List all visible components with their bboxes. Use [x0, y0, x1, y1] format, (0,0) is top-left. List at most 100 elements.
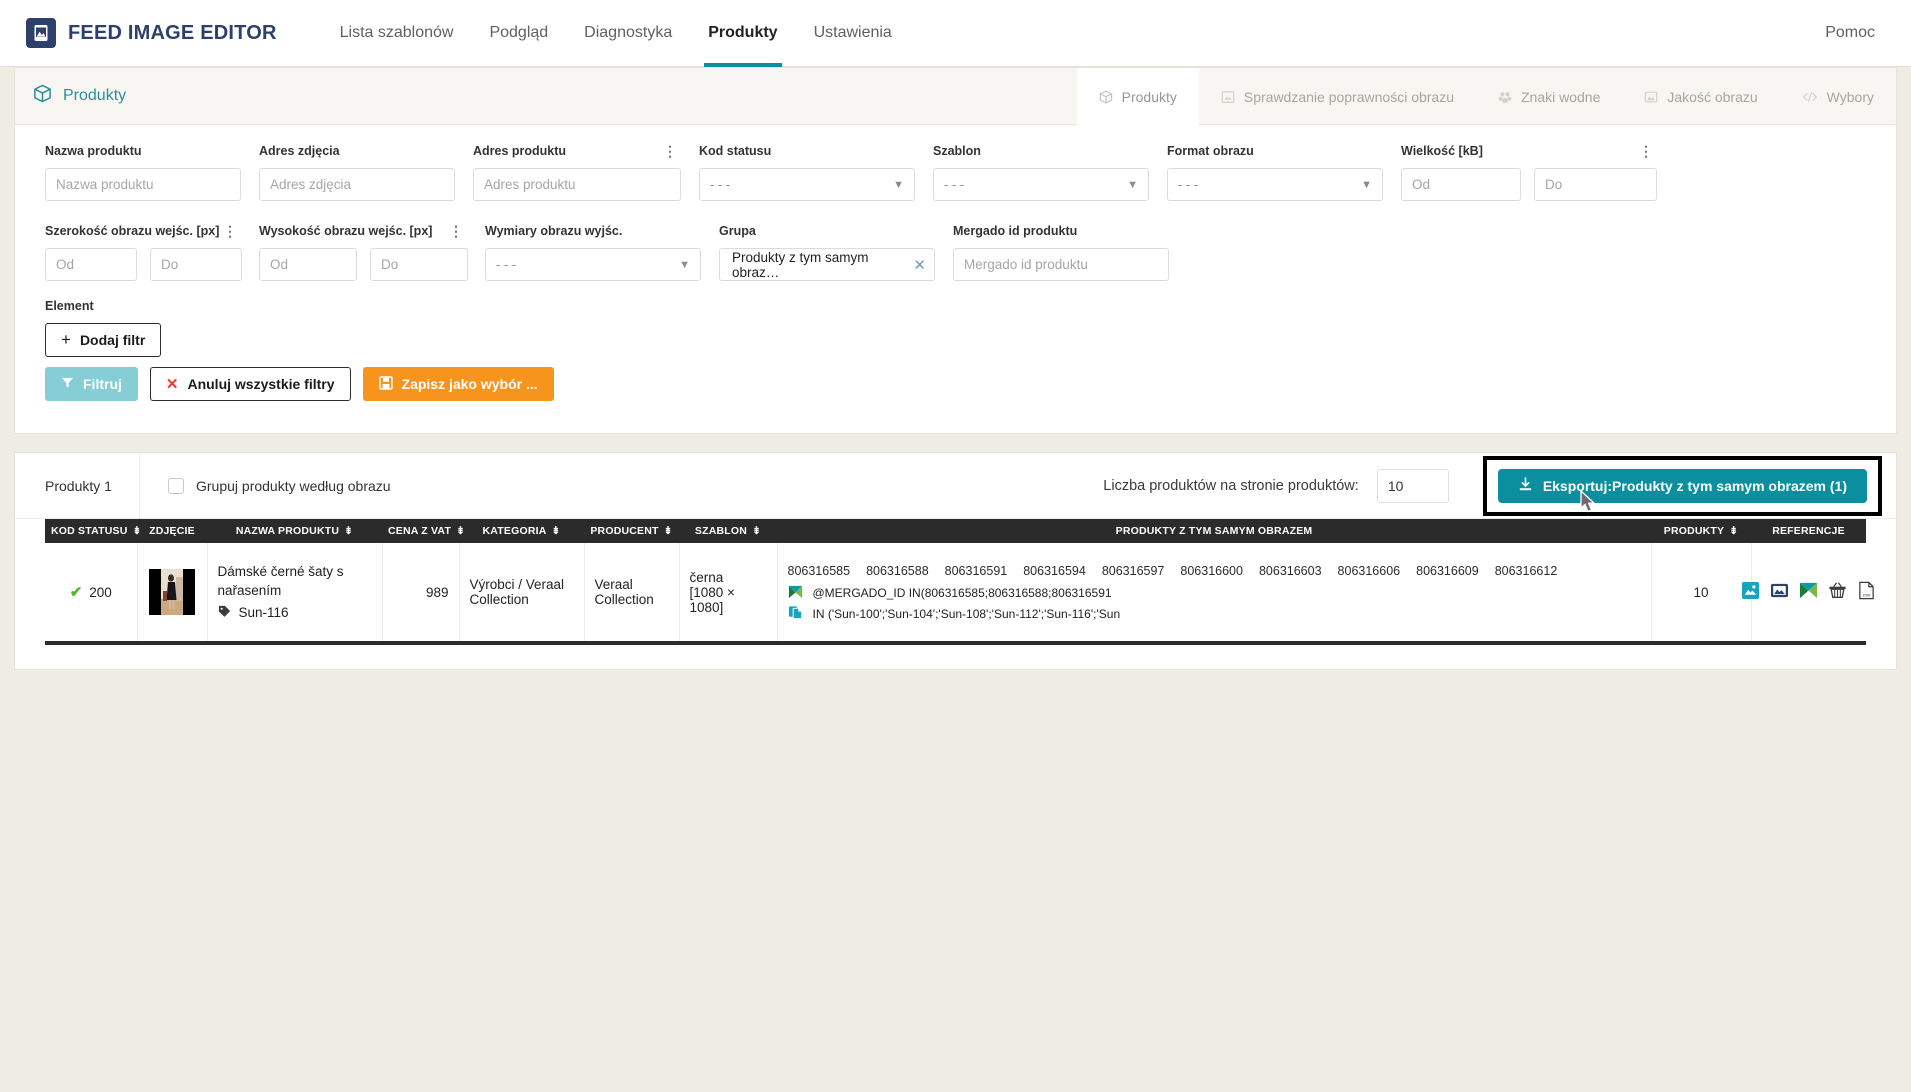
select-wymiary-obrazu-wyjsc[interactable]: - - - ▼: [485, 248, 701, 281]
input-wielkosc-do[interactable]: [1534, 168, 1657, 201]
product-thumbnail[interactable]: [149, 569, 195, 615]
field-mergado-id-produktu: Mergado id produktu: [953, 223, 1169, 281]
element-label: Element: [45, 299, 94, 313]
sort-icon[interactable]: ⇟: [552, 525, 561, 537]
tab-znaki-wodne-label: Znaki wodne: [1521, 88, 1601, 105]
tab-jakosc-obrazu[interactable]: Jakość obrazu: [1622, 68, 1779, 125]
add-filter-label: Dodaj filtr: [79, 332, 146, 348]
input-wysokosc-do[interactable]: [370, 248, 468, 281]
same-image-id[interactable]: 806316600: [1180, 561, 1243, 581]
chevron-down-icon: ▼: [679, 258, 690, 271]
filter-button[interactable]: Filtruj: [45, 367, 138, 401]
sort-icon[interactable]: ⇟: [344, 525, 353, 537]
input-mergado-id-produktu[interactable]: [953, 248, 1169, 281]
kebab-menu-wysokosc-obrazu[interactable]: ⋮: [449, 224, 467, 238]
sort-icon[interactable]: ⇟: [1729, 525, 1738, 537]
select-szablon[interactable]: - - - ▼: [933, 168, 1149, 201]
tab-produkty-label: Produkty: [1121, 88, 1177, 105]
basket-icon[interactable]: [1828, 581, 1847, 603]
cell-template: černa [1080 × 1080]: [679, 543, 778, 645]
same-image-id[interactable]: 806316609: [1416, 561, 1479, 581]
label-adres-zdjecia: Adres zdjęcia: [259, 144, 340, 158]
save-as-selection-button[interactable]: Zapisz jako wybór ...: [362, 367, 554, 401]
kebab-menu-wielkosc-kb[interactable]: ⋮: [1639, 144, 1657, 158]
label-wielkosc-kb: Wielkość [kB] ⋮: [1401, 143, 1657, 159]
tab-wybory[interactable]: Wybory: [1780, 68, 1896, 125]
image-frame-icon[interactable]: [1770, 581, 1789, 603]
kebab-menu-adres-produktu[interactable]: ⋮: [663, 144, 681, 158]
tag-icon: [218, 605, 231, 621]
field-nazwa-produktu: Nazwa produktu: [45, 143, 241, 201]
mergado-icon[interactable]: [1799, 581, 1818, 603]
rule-mergado-id: @MERGADO_ID IN(806316585;806316588;80631…: [788, 584, 1641, 602]
col-kod-statusu[interactable]: KOD STATUSU ⇟: [45, 519, 141, 543]
col-szablon[interactable]: SZABLON ⇟: [679, 519, 777, 543]
tab-wybory-label: Wybory: [1826, 88, 1874, 105]
help-link[interactable]: Pomoc: [1825, 24, 1875, 42]
same-image-id[interactable]: 806316588: [866, 561, 929, 581]
same-image-id[interactable]: 806316597: [1102, 561, 1165, 581]
same-image-id[interactable]: 806316603: [1259, 561, 1322, 581]
nav-tab-lista-szablonow[interactable]: Lista szablonów: [322, 0, 472, 67]
results-count: Produkty 1: [15, 453, 140, 518]
table-header-row: KOD STATUSU ⇟ ZDJĘCIE NAZWA PRODUKTU ⇟ CEN…: [45, 519, 1866, 543]
nav-tab-produkty[interactable]: Produkty: [690, 0, 795, 67]
kebab-menu-szerokosc-obrazu[interactable]: ⋮: [223, 224, 241, 238]
input-wysokosc-od[interactable]: [259, 248, 357, 281]
per-page-input[interactable]: [1376, 468, 1449, 503]
same-image-id[interactable]: 806316591: [945, 561, 1008, 581]
same-image-id[interactable]: 806316606: [1338, 561, 1401, 581]
same-image-id[interactable]: 806316612: [1495, 561, 1558, 581]
select-kod-statusu[interactable]: - - - ▼: [699, 168, 915, 201]
tag-grupa[interactable]: Produkty z tym samym obraz… ✕: [719, 248, 935, 281]
col-nazwa-produktu[interactable]: NAZWA PRODUKTU ⇟: [207, 519, 382, 543]
tab-sprawdzanie-label: Sprawdzanie poprawności obrazu: [1243, 88, 1454, 105]
col-producent[interactable]: PRODUCENT ⇟: [584, 519, 679, 543]
input-wielkosc-od[interactable]: [1401, 168, 1521, 201]
chevron-down-icon: ▼: [1127, 178, 1138, 191]
tab-produkty[interactable]: Produkty: [1076, 68, 1199, 125]
chevron-down-icon: ▼: [1361, 178, 1372, 191]
input-nazwa-produktu[interactable]: [45, 168, 241, 201]
nav-tab-ustawienia[interactable]: Ustawienia: [796, 0, 910, 67]
input-szerokosc-od[interactable]: [45, 248, 137, 281]
plus-icon: +: [61, 330, 71, 349]
add-filter-button[interactable]: + Dodaj filtr: [45, 323, 162, 357]
sort-icon[interactable]: ⇟: [664, 525, 673, 537]
col-kategoria[interactable]: KATEGORIA ⇟: [459, 519, 584, 543]
input-szerokosc-do[interactable]: [150, 248, 242, 281]
tab-znaki-wodne[interactable]: Znaki wodne: [1476, 68, 1622, 125]
nav-tab-diagnostyka[interactable]: Diagnostyka: [566, 0, 690, 67]
filter-actions: Filtruj ✕ Anuluj wszystkie filtry Zapisz…: [15, 357, 1896, 433]
export-button[interactable]: Eksportuj:Produkty z tym samym obrazem (…: [1497, 468, 1867, 512]
field-format-obrazu: Format obrazu - - - ▼: [1167, 143, 1383, 201]
group-by-image-toggle[interactable]: Grupuj produkty według obrazu: [140, 477, 391, 494]
select-format-obrazu[interactable]: - - - ▼: [1167, 168, 1383, 201]
select-wymiary-value: - - -: [496, 257, 517, 272]
sort-icon[interactable]: ⇟: [132, 525, 141, 537]
products-table-wrap: KOD STATUSU ⇟ ZDJĘCIE NAZWA PRODUKTU ⇟ CEN…: [15, 519, 1896, 645]
input-adres-produktu[interactable]: [473, 168, 681, 201]
check-icon: ✔: [69, 584, 83, 601]
input-adres-zdjecia[interactable]: [259, 168, 455, 201]
csv-file-icon[interactable]: csv: [1857, 581, 1876, 603]
sort-icon[interactable]: ⇟: [752, 525, 761, 537]
funnel-icon: [61, 376, 74, 392]
group-by-image-checkbox[interactable]: [168, 477, 184, 494]
nav-tab-podglad[interactable]: Podgląd: [471, 0, 566, 67]
same-image-id[interactable]: 806316585: [788, 561, 851, 581]
same-image-id-list: 806316585 806316588 806316591 806316594 8063…: [788, 561, 1641, 581]
tab-sprawdzanie-poprawnosci-obrazu[interactable]: Sprawdzanie poprawności obrazu: [1199, 68, 1476, 125]
close-icon[interactable]: ✕: [913, 256, 926, 274]
same-image-id[interactable]: 806316594: [1023, 561, 1086, 581]
image-file-icon[interactable]: [1741, 581, 1760, 603]
col-produkty[interactable]: PRODUKTY ⇟: [1651, 519, 1751, 543]
sort-icon[interactable]: ⇟: [456, 525, 465, 537]
select-format-obrazu-value: - - -: [1178, 177, 1199, 192]
download-icon: [1518, 476, 1533, 495]
cancel-all-filters-button[interactable]: ✕ Anuluj wszystkie filtry: [149, 367, 351, 401]
col-cena-z-vat[interactable]: CENA Z VAT ⇟: [382, 519, 465, 543]
label-wysokosc-obrazu: Wysokość obrazu wejśc. [px] ⋮: [259, 223, 467, 239]
save-as-selection-label: Zapisz jako wybór ...: [401, 376, 538, 392]
label-kod-statusu: Kod statusu: [699, 144, 772, 158]
